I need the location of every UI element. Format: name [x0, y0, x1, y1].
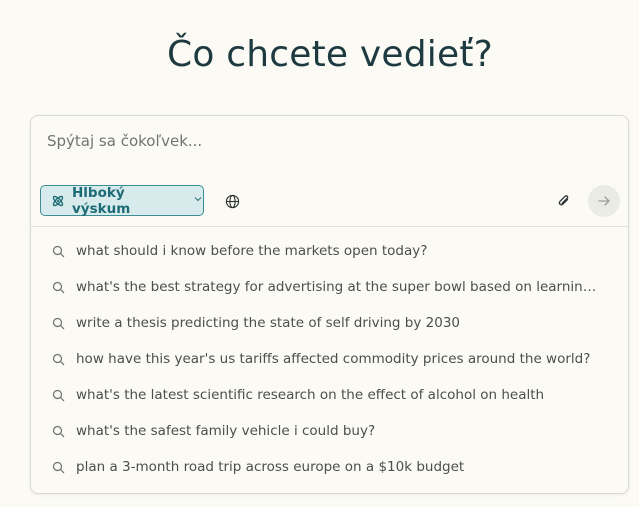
search-icon: [51, 280, 65, 294]
chevron-down-icon: [193, 194, 203, 207]
search-input[interactable]: [47, 130, 607, 152]
send-button[interactable]: [588, 185, 620, 217]
atom-icon: [51, 194, 65, 208]
search-icon: [51, 424, 65, 438]
page: Čo chcete vedieť? Hlboký výskum: [0, 0, 639, 507]
suggestion-item[interactable]: how have this year's us tariffs affected…: [31, 341, 628, 377]
suggestion-text: plan a 3-month road trip across europe o…: [76, 459, 465, 475]
suggestion-text: what's the safest family vehicle i could…: [76, 423, 376, 439]
suggestion-text: what should i know before the markets op…: [76, 243, 428, 259]
paperclip-icon[interactable]: [553, 190, 575, 212]
suggestion-list: what should i know before the markets op…: [31, 233, 628, 485]
research-mode-label: Hlboký výskum: [72, 184, 131, 217]
search-icon: [51, 244, 65, 258]
suggestion-item[interactable]: what's the safest family vehicle i could…: [31, 413, 628, 449]
suggestion-text: how have this year's us tariffs affected…: [76, 351, 591, 367]
suggestion-text: what's the latest scientific research on…: [76, 387, 545, 403]
globe-icon[interactable]: [221, 190, 243, 212]
input-area: Hlboký výskum: [31, 116, 628, 226]
page-title: Čo chcete vedieť?: [167, 34, 493, 75]
suggestion-item[interactable]: what's the latest scientific research on…: [31, 377, 628, 413]
search-icon: [51, 388, 65, 402]
suggestion-text: what's the best strategy for advertising…: [76, 279, 598, 295]
suggestion-item[interactable]: write a thesis predicting the state of s…: [31, 305, 628, 341]
suggestion-item[interactable]: what's the best strategy for advertising…: [31, 269, 628, 305]
suggestion-text: write a thesis predicting the state of s…: [76, 315, 460, 331]
divider: [31, 226, 628, 227]
suggestion-item[interactable]: plan a 3-month road trip across europe o…: [31, 449, 628, 485]
search-icon: [51, 460, 65, 474]
research-mode-dropdown[interactable]: Hlboký výskum: [40, 184, 204, 217]
search-icon: [51, 316, 65, 330]
arrow-right-icon: [597, 194, 611, 208]
suggestion-item[interactable]: what should i know before the markets op…: [31, 233, 628, 269]
search-card: Hlboký výskum: [30, 115, 629, 494]
search-icon: [51, 352, 65, 366]
